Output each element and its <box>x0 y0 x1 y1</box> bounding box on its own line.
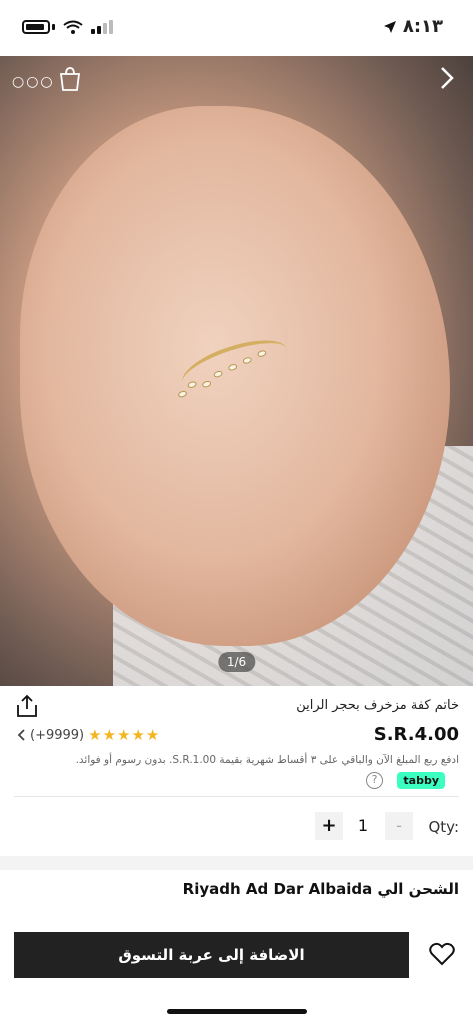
product-image[interactable]: ○○○ 1/6 <box>0 56 473 686</box>
quantity-value: 1 <box>357 816 369 835</box>
help-icon[interactable]: ? <box>366 772 383 789</box>
product-info: خاتم كفة مزخرف بحجر الراين S.R.4.00 (+99… <box>0 686 473 856</box>
product-price: S.R.4.00 <box>373 724 459 745</box>
status-time: ٨:١٣ <box>402 16 443 37</box>
chevron-right-icon[interactable] <box>437 64 457 92</box>
signal-icon <box>91 20 113 34</box>
wifi-icon <box>63 20 83 34</box>
add-to-cart-button[interactable]: الاضافة إلى عربة التسوق <box>14 932 409 978</box>
rating-count: (+9999) <box>30 727 85 743</box>
divider <box>14 796 459 797</box>
home-indicator <box>166 1009 307 1014</box>
quantity-label: Qty: <box>428 818 459 836</box>
shipping-destination[interactable]: الشحن الي Riyadh Ad Dar Albaida <box>183 880 459 898</box>
product-title: خاتم كفة مزخرف بحجر الراين <box>296 698 459 713</box>
status-time-group: ٨:١٣ <box>383 16 443 37</box>
more-options-icon[interactable]: ○○○ <box>12 74 55 90</box>
shopping-bag-icon[interactable] <box>58 66 82 92</box>
heart-icon[interactable] <box>429 942 455 966</box>
share-icon[interactable] <box>16 694 38 718</box>
status-bar: ٨:١٣ <box>0 0 473 56</box>
battery-cap-icon <box>52 24 55 30</box>
rating-stars: ★★★★★ <box>88 726 161 744</box>
tabby-logo[interactable]: tabby <box>397 772 445 789</box>
section-gap <box>0 856 473 870</box>
quantity-increase-button[interactable]: + <box>315 812 343 840</box>
location-arrow-icon <box>383 20 396 33</box>
rating-link[interactable]: (+9999) ★★★★★ <box>16 726 160 744</box>
battery-icon <box>22 20 50 34</box>
image-counter: 1/6 <box>217 652 256 672</box>
quantity-decrease-button[interactable]: - <box>385 812 413 840</box>
chevron-left-icon <box>17 729 25 741</box>
status-icons <box>22 20 113 34</box>
installment-text: ادفع ربع المبلغ الآن والباقي على ٣ أقساط… <box>75 754 459 766</box>
bottom-bar: الاضافة إلى عربة التسوق <box>0 920 473 1024</box>
